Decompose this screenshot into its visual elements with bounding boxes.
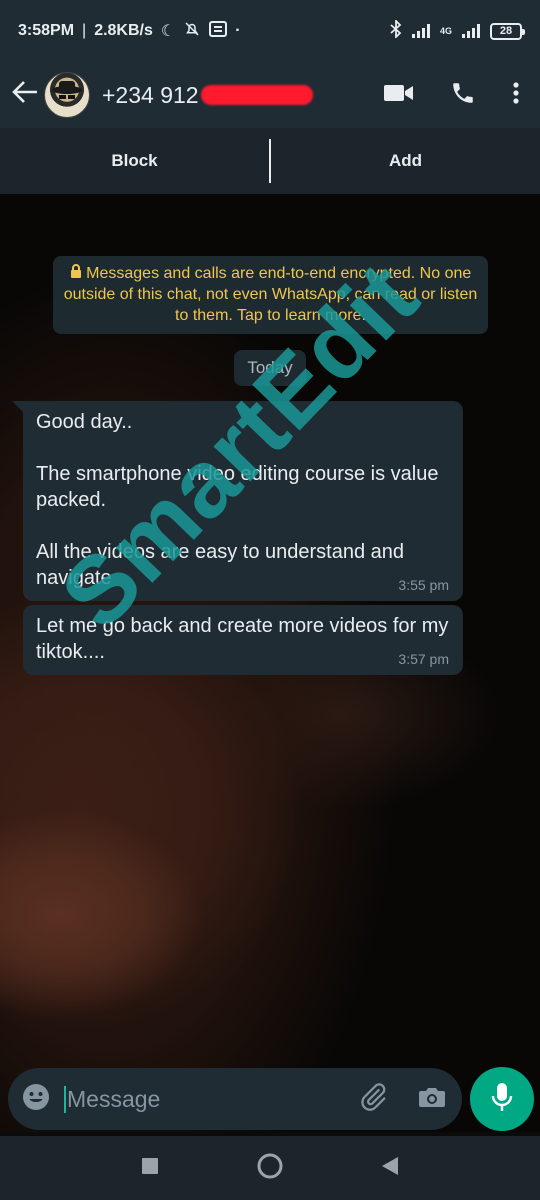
status-speed: 2.8KB/s [94,22,153,39]
encryption-notice[interactable]: Messages and calls are end-to-end encryp… [53,256,488,334]
back-arrow-icon[interactable] [12,79,42,111]
paperclip-icon[interactable] [358,1082,388,1117]
add-contact-button[interactable]: Add [271,151,540,171]
bluetooth-icon [390,18,402,43]
system-nav-bar [0,1136,540,1200]
battery-icon: 28 [490,22,525,40]
composer: Message [0,1062,540,1136]
message-time: 3:55 pm [398,577,449,593]
status-dot: · [235,22,241,39]
message-time: 3:57 pm [398,651,449,667]
date-chip: Today [234,350,306,386]
encryption-notice-text: Messages and calls are end-to-end encryp… [63,265,478,324]
battery-level: 28 [499,25,513,37]
avatar[interactable] [44,72,90,118]
signal-icon-2 [462,24,480,38]
status-time: 3:58PM [18,22,75,39]
back-triangle-icon[interactable] [381,1156,399,1181]
mic-button[interactable] [470,1067,534,1131]
status-bar: 3:58PM | 2.8KB/s ☾ · 4G 28 [0,0,540,62]
network-type-label: 4G [439,25,452,36]
message-bubble[interactable]: Let me go back and create more videos fo… [23,605,463,675]
message-text: Good day.. The smartphone video editing … [36,411,439,589]
more-vert-icon[interactable] [512,81,520,110]
phone-icon[interactable] [450,80,476,111]
chat-area[interactable]: Messages and calls are end-to-end encryp… [0,194,540,1132]
redacted-number [200,85,313,105]
home-circle-icon[interactable] [257,1153,283,1184]
contact-name[interactable]: +234 912 [102,82,313,109]
news-icon [209,20,228,42]
recents-square-icon[interactable] [141,1157,159,1180]
mute-bell-icon [183,20,201,43]
message-placeholder: Message [64,1085,160,1113]
signal-icon [411,24,430,38]
video-call-icon[interactable] [384,83,414,108]
emoji-icon[interactable] [22,1083,50,1116]
lock-icon [70,264,86,282]
contact-number: +234 912 [102,81,199,108]
message-bubble[interactable]: Good day.. The smartphone video editing … [12,401,463,601]
mic-icon [491,1082,513,1117]
moon-icon: ☾ [160,23,176,40]
block-button[interactable]: Block [0,151,269,171]
status-separator: | [82,22,87,39]
camera-icon[interactable] [418,1085,446,1114]
message-text: Let me go back and create more videos fo… [36,615,449,663]
unknown-contact-actions: Block Add [0,128,540,194]
chat-header: +234 912 [0,62,540,128]
message-input[interactable]: Message [8,1068,462,1130]
